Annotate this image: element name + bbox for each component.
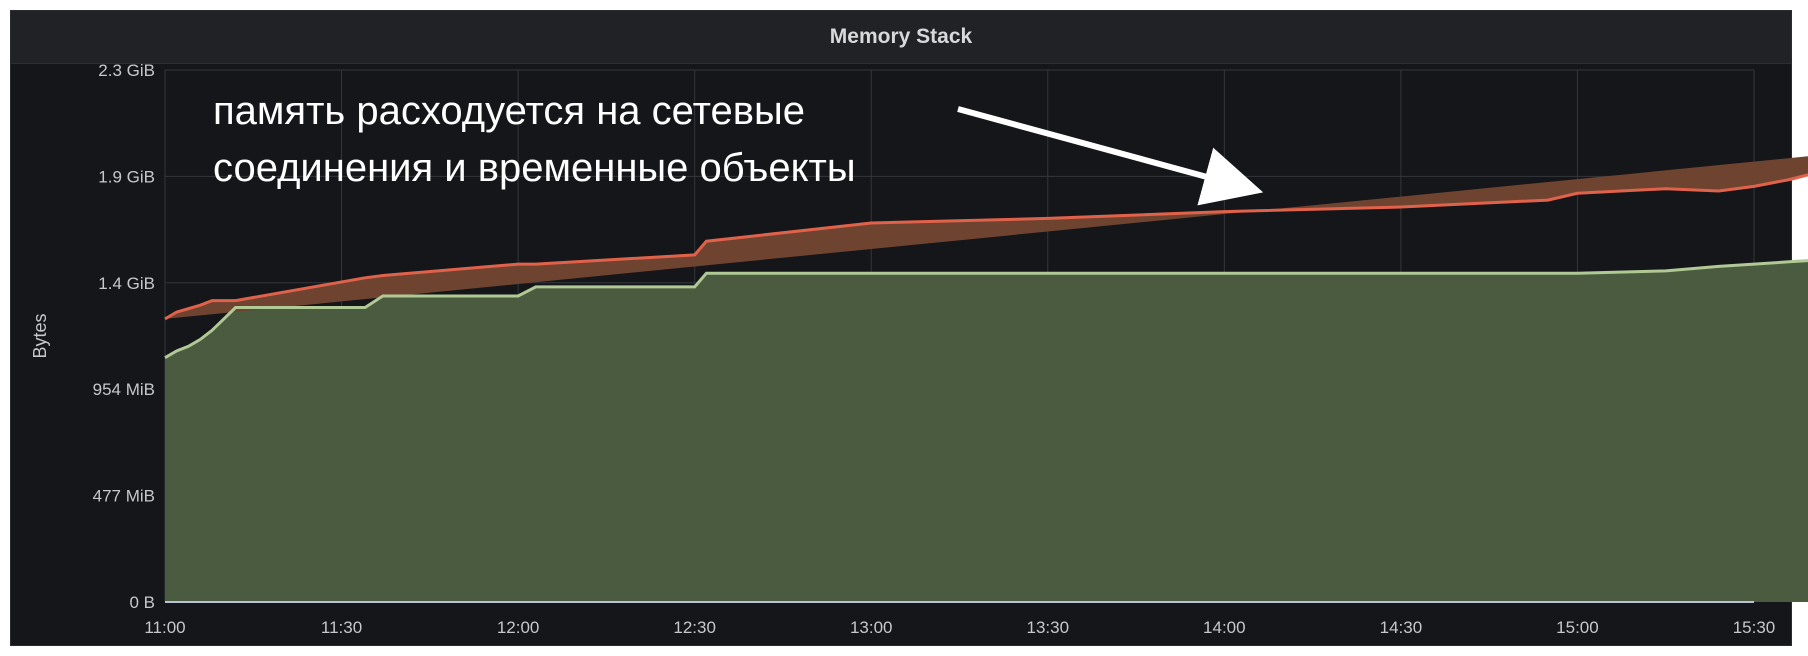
- x-tick-label: 14:00: [1203, 618, 1246, 637]
- y-tick-label: 1.9 GiB: [98, 167, 155, 186]
- y-tick-label: 954 MiB: [93, 380, 155, 399]
- x-tick-label: 11:30: [321, 618, 362, 637]
- memory-stack-chart: 0 B 477 MiB 954 MiB 1.4 GiB 1.9 GiB 2.3 GiB 1…: [30, 61, 1808, 637]
- annotation: память расходуется на сетевые соединения…: [213, 89, 1264, 206]
- y-tick-label: 1.4 GiB: [98, 274, 155, 293]
- x-tick-label: 12:30: [673, 618, 716, 637]
- y-tick-label: 0 B: [129, 593, 155, 612]
- x-tick-label: 15:30: [1733, 618, 1776, 637]
- x-tick-label: 15:00: [1556, 618, 1599, 637]
- annotation-arrow: [957, 106, 1264, 206]
- series-areas: [165, 156, 1808, 602]
- y-tick-label: 477 MiB: [93, 487, 155, 506]
- x-tick-label: 11:00: [144, 618, 185, 637]
- y-axis: 0 B 477 MiB 954 MiB 1.4 GiB 1.9 GiB 2.3 GiB: [93, 61, 155, 612]
- x-tick-label: 13:00: [850, 618, 893, 637]
- annotation-line-1: память расходуется на сетевые: [213, 89, 805, 133]
- annotation-line-2: соединения и временные объекты: [213, 146, 856, 190]
- y-axis-title: Bytes: [30, 313, 50, 358]
- x-tick-label: 13:30: [1027, 618, 1070, 637]
- x-tick-label: 12:00: [497, 618, 540, 637]
- y-tick-label: 2.3 GiB: [98, 61, 155, 80]
- x-axis: 11:00 11:30 12:00 12:30 13:00 13:30 14:00 14:30…: [144, 618, 1775, 637]
- x-tick-label: 14:30: [1380, 618, 1423, 637]
